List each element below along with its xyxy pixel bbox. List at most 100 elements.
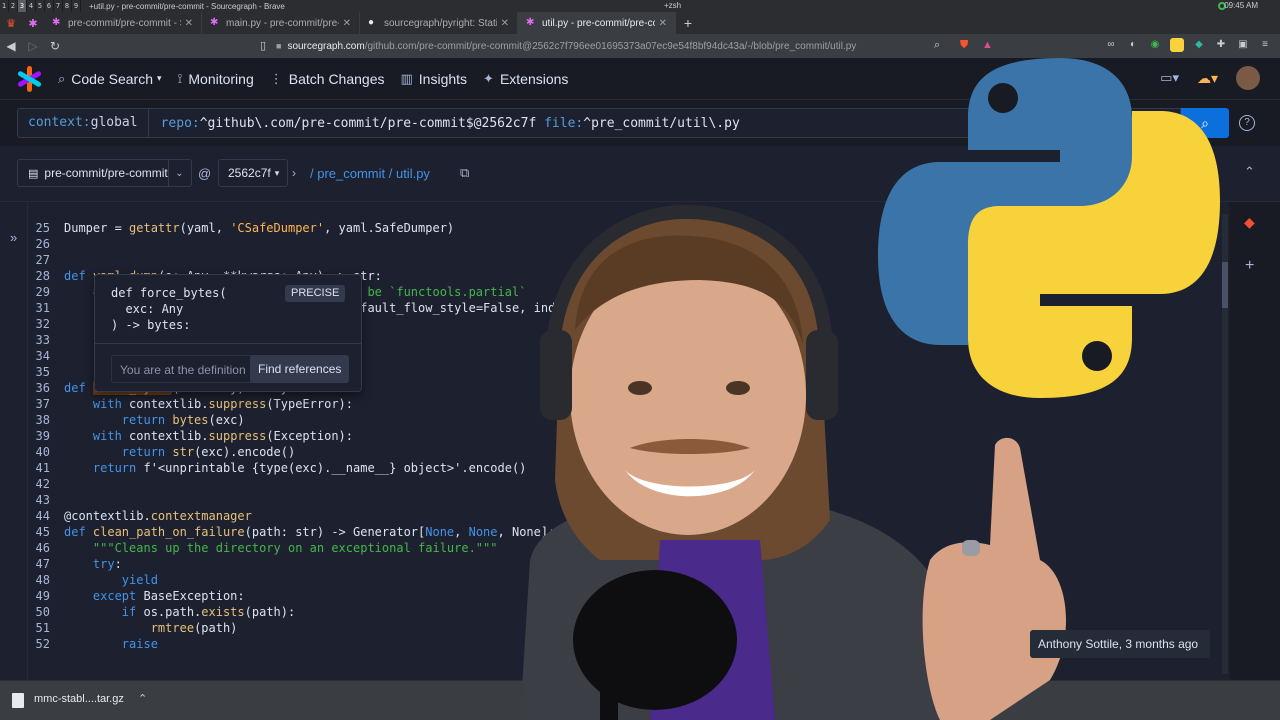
git-icon[interactable]: ◆ [1244, 214, 1255, 231]
line-number[interactable]: 52 [28, 636, 50, 652]
code-token[interactable]: return [122, 413, 173, 427]
code-token[interactable]: None [469, 525, 498, 539]
expand-sidebar-icon[interactable]: » [10, 230, 17, 245]
extension-gray-icon[interactable]: ◐ [1126, 38, 1140, 52]
line-number[interactable]: 51 [28, 620, 50, 636]
cloud-status-icon[interactable]: ☁▾ [1197, 70, 1218, 87]
search-input[interactable]: context:global repo:^github\.com/pre-com… [17, 108, 1181, 138]
code-token[interactable]: return [93, 461, 144, 475]
extension-green-icon[interactable]: ◉ [1148, 38, 1162, 52]
search-query[interactable]: repo:^github\.com/pre-commit/pre-commit$… [149, 116, 740, 131]
line-number[interactable]: 50 [28, 604, 50, 620]
nav-monitoring[interactable]: ⟟ Monitoring [178, 71, 254, 87]
workspace-2[interactable]: 2 [9, 0, 18, 12]
code-token[interactable]: with [93, 429, 129, 443]
code-token[interactable]: f'<unprintable {type(exc).__name__} obje… [143, 461, 526, 475]
code-token[interactable]: suppress [209, 397, 267, 411]
code-token[interactable]: (exc) [209, 413, 245, 427]
code-token[interactable]: : [115, 557, 122, 571]
code-token[interactable]: (TypeError): [266, 397, 353, 411]
code-token[interactable] [64, 589, 93, 603]
code-token[interactable]: (path) [194, 621, 237, 635]
code-token[interactable]: (path): [245, 605, 296, 619]
line-number[interactable]: 37 [28, 396, 50, 412]
close-icon[interactable]: ✕ [501, 18, 509, 29]
new-tab-button[interactable]: + [676, 12, 700, 34]
line-number[interactable]: 31 [28, 300, 50, 316]
code-token[interactable] [64, 557, 93, 571]
code-token[interactable]: 'CSafeDumper' [230, 221, 324, 235]
tab-2[interactable]: ● sourcegraph/pyright: Static ty ✕ [360, 12, 518, 34]
workspace-switcher[interactable]: 123456789 [0, 0, 81, 12]
copy-icon[interactable]: ⧉ [460, 165, 469, 181]
line-number[interactable]: 32 [28, 316, 50, 332]
nav-extensions[interactable]: ✦ Extensions [483, 71, 568, 87]
line-number[interactable]: 33 [28, 332, 50, 348]
help-icon[interactable]: ? [1239, 115, 1255, 131]
extension-teal-icon[interactable]: ◆ [1192, 38, 1206, 52]
code-token[interactable]: str [172, 445, 194, 459]
close-icon[interactable]: ✕ [659, 18, 667, 29]
code-token[interactable]: (Exception): [266, 429, 353, 443]
close-icon[interactable]: ✕ [185, 18, 193, 29]
code-token[interactable] [64, 445, 122, 459]
code-token[interactable] [64, 413, 122, 427]
code-token[interactable]: (yaml, [180, 221, 231, 235]
code-token[interactable]: with [93, 397, 129, 411]
code-token[interactable] [64, 573, 122, 587]
brave-shields-icon[interactable]: ⛊ [960, 39, 968, 52]
code-token[interactable]: , [454, 525, 468, 539]
repo-dropdown-button[interactable]: ⌄ [168, 159, 192, 187]
code-token[interactable]: clean_path_on_failure [93, 525, 245, 539]
code-token[interactable]: Dumper = [64, 221, 129, 235]
code-token[interactable] [64, 429, 93, 443]
code-token[interactable]: (path: str) -> Generator[ [245, 525, 426, 539]
file-path-link[interactable]: / pre_commit / util.py [310, 166, 430, 181]
sourcegraph-logo-icon[interactable] [16, 65, 43, 92]
settings-icon[interactable]: ◌ [1204, 164, 1212, 179]
workspace-4[interactable]: 4 [27, 0, 36, 12]
code-token[interactable]: contextlib. [129, 397, 208, 411]
menu-icon[interactable]: ≡ [1258, 38, 1272, 52]
pinned-tab-sourcegraph[interactable]: ✱ [22, 12, 44, 34]
code-token[interactable]: """Cleans up the directory on an excepti… [93, 541, 498, 555]
revision-selector[interactable]: 2562c7f ▾ [218, 159, 288, 187]
workspace-9[interactable]: 9 [72, 0, 81, 12]
tab-3-active[interactable]: ✱ util.py - pre-commit/pre-com ✕ [518, 12, 676, 34]
back-icon[interactable]: ◀ [0, 39, 22, 53]
go-to-definition-button[interactable]: You are at the definition [111, 355, 255, 383]
add-icon[interactable]: + [1245, 257, 1254, 275]
nav-code-search[interactable]: ⌕ Code Search ▾ [58, 71, 162, 87]
code-token[interactable]: rmtree [151, 621, 194, 635]
code-token[interactable] [64, 541, 93, 555]
line-number[interactable]: 29 [28, 284, 50, 300]
line-number[interactable]: 45 [28, 524, 50, 540]
nav-batch-changes[interactable]: ⋮ Batch Changes [270, 71, 385, 87]
code-token[interactable] [64, 461, 93, 475]
code-token[interactable]: contextlib. [129, 429, 208, 443]
zoom-icon[interactable]: ⌕ [934, 39, 940, 52]
code-token[interactable]: yield [122, 573, 158, 587]
code-token[interactable]: None [425, 525, 454, 539]
code-token[interactable]: try [93, 557, 115, 571]
workspace-3[interactable]: 3 [18, 0, 27, 12]
clipboard-icon[interactable]: ▢ [1154, 115, 1166, 131]
code-token[interactable]: contextmanager [151, 509, 252, 523]
line-number[interactable]: 38 [28, 412, 50, 428]
line-number[interactable]: 39 [28, 428, 50, 444]
code-token[interactable]: raise [122, 637, 158, 651]
forward-icon[interactable]: ▷ [22, 39, 44, 53]
brave-rewards-icon[interactable]: ▲ [982, 39, 993, 51]
file-action-icon[interactable]: ▢ [1128, 164, 1140, 180]
bookmark-icon[interactable]: ▯ [260, 39, 266, 52]
code-token[interactable]: def [64, 269, 93, 283]
line-number[interactable]: 47 [28, 556, 50, 572]
workspace-6[interactable]: 6 [45, 0, 54, 12]
code-token[interactable] [64, 397, 93, 411]
workspace-7[interactable]: 7 [54, 0, 63, 12]
puzzle-icon[interactable]: ✚ [1214, 38, 1228, 52]
code-token[interactable] [64, 605, 122, 619]
pinned-tab-brave[interactable]: ♛ [0, 12, 22, 34]
line-number[interactable]: 26 [28, 236, 50, 252]
terminal-icon[interactable]: ▭▾ [1160, 70, 1179, 86]
